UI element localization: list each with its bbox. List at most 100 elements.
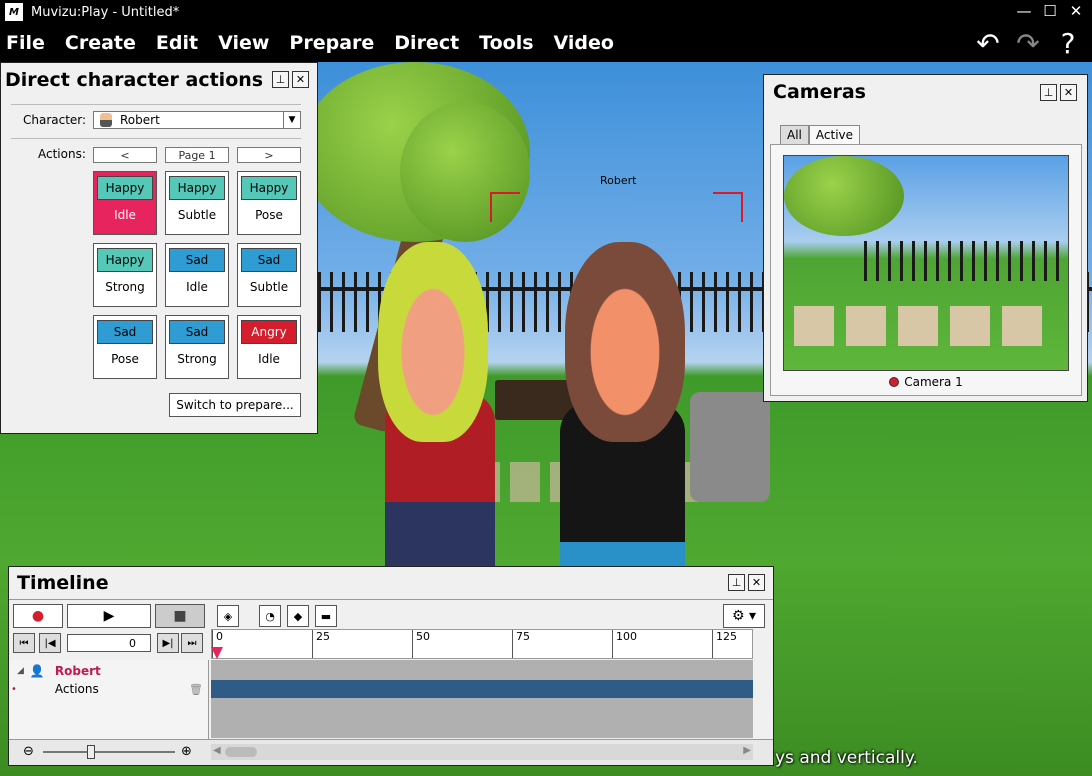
menu-create[interactable]: Create [58,32,149,54]
step-back-icon[interactable]: |◀ [39,633,61,653]
track-actions[interactable]: • Actions 🗑 [9,680,209,698]
track-character-name: Robert [54,664,101,678]
divider [11,104,301,105]
frame-input[interactable]: 0 [67,634,151,652]
timeline-toolbar: ● ▶ ■ ◈ ◔ ◆ ▬ ⚙ ▾ [9,599,773,629]
menu-file[interactable]: File [0,32,58,54]
ruler-tick: 100 [612,630,637,658]
close-icon[interactable]: ✕ [1060,84,1077,101]
menu-prepare[interactable]: Prepare [282,32,387,54]
action-happy-subtle[interactable]: Happy Subtle [165,171,229,235]
window-title: Muvizu:Play - Untitled* [31,4,180,20]
record-indicator-icon [889,377,900,387]
settings-gear-icon[interactable]: ⚙ ▾ [723,604,765,628]
character-female-head [378,242,488,442]
clock-icon[interactable]: ◔ [259,605,281,627]
avatar [100,113,112,127]
chevron-down-icon[interactable]: ▼ [283,112,300,128]
close-icon[interactable]: ✕ [292,71,309,88]
pin-icon[interactable]: ⊥ [272,71,289,88]
scroll-right-icon[interactable]: ▶ [743,745,751,756]
page-label: Page 1 [165,147,229,163]
collapse-icon[interactable]: ◢ [17,666,24,676]
pin-icon[interactable]: ⊥ [1040,84,1057,101]
panel-controls: ⊥ ✕ [728,574,765,591]
next-page-button[interactable]: > [237,147,301,163]
zoom-out-icon[interactable]: ⊖ [23,744,34,759]
screen-icon[interactable]: ▬ [315,605,337,627]
skip-start-icon[interactable]: ⏮ [13,633,35,653]
pin-icon[interactable]: ⊥ [728,574,745,591]
playhead[interactable] [211,647,223,659]
maximize-button[interactable]: ☐ [1042,2,1058,20]
zoom-slider-thumb[interactable] [87,745,95,759]
step-forward-icon[interactable]: ▶| [157,633,179,653]
trash-icon[interactable]: 🗑 [189,683,203,696]
switch-to-prepare-button[interactable]: Switch to prepare... [169,393,301,417]
camera-caption: Camera 1 [771,375,1081,389]
tab-active[interactable]: Active [808,125,861,145]
track-character[interactable]: ◢ 👤 Robert [9,662,209,680]
horizontal-scrollbar[interactable]: ◀ ▶ [211,744,753,760]
paving-stones [794,306,1054,346]
action-label: Idle [114,208,136,222]
action-happy-strong[interactable]: Happy Strong [93,243,157,307]
menu-direct[interactable]: Direct [387,32,472,54]
mood-badge: Sad [97,320,153,344]
play-button[interactable]: ▶ [67,604,151,628]
action-angry-idle[interactable]: Angry Idle [237,315,301,379]
panel-controls: ⊥ ✕ [272,71,309,88]
menu-view[interactable]: View [211,32,282,54]
track-area[interactable] [211,660,753,738]
action-sad-pose[interactable]: Sad Pose [93,315,157,379]
keyframe-icon[interactable]: ◈ [217,605,239,627]
prev-page-button[interactable]: < [93,147,157,163]
camera-preview[interactable] [783,155,1069,371]
direct-actions-panel: Direct character actions ⊥ ✕ Character: … [0,62,318,434]
mood-badge: Sad [169,248,225,272]
timeline-ruler[interactable]: 0 25 50 75 100 125 [211,629,753,659]
action-happy-pose[interactable]: Happy Pose [237,171,301,235]
record-button[interactable]: ● [13,604,63,628]
app-icon: M [5,3,23,21]
stop-button[interactable]: ■ [155,604,205,628]
action-label: Subtle [249,280,289,294]
menu-video[interactable]: Video [547,32,627,54]
minimize-button[interactable]: — [1016,2,1032,20]
scroll-left-icon[interactable]: ◀ [213,745,221,756]
cameras-panel: Cameras ⊥ ✕ All Active Camera 1 [763,74,1088,402]
action-sad-idle[interactable]: Sad Idle [165,243,229,307]
close-button[interactable]: ✕ [1068,2,1084,20]
character-robert-head [565,242,685,442]
window-controls: — ☐ ✕ [1016,2,1084,20]
redo-icon[interactable]: ↷ [1010,27,1046,60]
panel-title: Timeline [17,572,109,594]
zoom-slider[interactable] [43,751,175,753]
action-sad-strong[interactable]: Sad Strong [165,315,229,379]
menu-toolbar: ↶ ↷ ? [970,24,1086,62]
character-select[interactable]: Robert ▼ [93,111,301,129]
track-actions-label: Actions [54,682,99,696]
action-sad-subtle[interactable]: Sad Subtle [237,243,301,307]
actions-track-bar[interactable] [211,680,753,698]
tab-all[interactable]: All [780,125,809,145]
undo-icon[interactable]: ↶ [970,27,1006,60]
menu-tools[interactable]: Tools [472,32,546,54]
character-name-label: Robert [600,174,637,187]
help-icon[interactable]: ? [1050,27,1086,60]
ruler-tick: 125 [712,630,737,658]
zoom-in-icon[interactable]: ⊕ [181,744,192,759]
action-happy-idle[interactable]: Happy Idle [93,171,157,235]
tree-crown [784,156,904,236]
skip-end-icon[interactable]: ⏭ [181,633,203,653]
timeline-footer: ⊖ ⊕ ◀ ▶ [9,739,773,765]
marker-icon[interactable]: ◆ [287,605,309,627]
title-bar: M Muvizu:Play - Untitled* — ☐ ✕ [0,0,1092,24]
menu-bar: File Create Edit View Prepare Direct Too… [0,24,1092,62]
action-label: Pose [111,352,139,366]
menu-edit[interactable]: Edit [149,32,211,54]
person-icon: 👤 [29,664,45,678]
frame-corner-tr [713,192,743,222]
close-icon[interactable]: ✕ [748,574,765,591]
scrollbar-thumb[interactable] [225,747,257,757]
